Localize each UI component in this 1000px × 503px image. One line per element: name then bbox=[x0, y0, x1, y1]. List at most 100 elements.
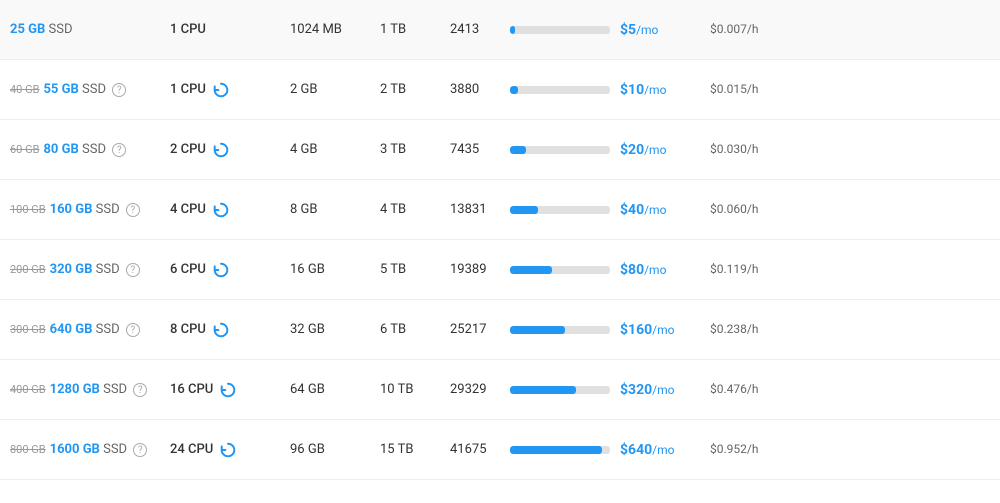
bar-container bbox=[510, 86, 610, 94]
col-speed: 25217 bbox=[450, 322, 510, 337]
col-speed: 3880 bbox=[450, 82, 510, 97]
storage-type: SSD bbox=[96, 262, 120, 277]
col-hourly: $0.952/h bbox=[710, 442, 790, 457]
bar-container bbox=[510, 386, 610, 394]
storage-type: SSD bbox=[103, 382, 127, 397]
table-row[interactable]: 800 GB1600 GB SSD ? 24 CPU 96 GB 15 TB 4… bbox=[0, 420, 1000, 480]
col-ram: 96 GB bbox=[290, 442, 380, 457]
help-icon[interactable]: ? bbox=[133, 383, 147, 397]
col-hourly: $0.007/h bbox=[710, 22, 790, 37]
col-storage: 60 GB80 GB SSD ? bbox=[10, 142, 170, 157]
help-icon[interactable]: ? bbox=[126, 203, 140, 217]
col-storage: 25 GB SSD bbox=[10, 22, 170, 37]
price-hourly: $0.476/h bbox=[710, 382, 758, 396]
col-transfer: 10 TB bbox=[380, 382, 450, 397]
cpu-count: 1 CPU bbox=[170, 82, 206, 97]
bar-fill bbox=[510, 26, 515, 34]
cpu-count: 6 CPU bbox=[170, 262, 206, 277]
bar-fill bbox=[510, 266, 552, 274]
table-row[interactable]: 40 GB55 GB SSD ? 1 CPU 2 GB 2 TB 3880 $1… bbox=[0, 60, 1000, 120]
speed-icon bbox=[212, 141, 230, 159]
col-speed: 7435 bbox=[450, 142, 510, 157]
col-cpu: 6 CPU bbox=[170, 261, 290, 279]
storage-old: 40 GB bbox=[10, 83, 39, 96]
storage-old: 300 GB bbox=[10, 323, 46, 336]
bar-fill bbox=[510, 206, 538, 214]
speed-icon bbox=[212, 201, 230, 219]
storage-new: 55 GB bbox=[43, 82, 78, 97]
cpu-count: 4 CPU bbox=[170, 202, 206, 217]
col-ram: 16 GB bbox=[290, 262, 380, 277]
col-price: $160/mo bbox=[620, 322, 710, 338]
table-row[interactable]: 400 GB1280 GB SSD ? 16 CPU 64 GB 10 TB 2… bbox=[0, 360, 1000, 420]
price-monthly: $40/mo bbox=[620, 202, 666, 218]
col-hourly: $0.476/h bbox=[710, 382, 790, 397]
storage-type: SSD bbox=[96, 322, 120, 337]
help-icon[interactable]: ? bbox=[126, 323, 140, 337]
cpu-count: 8 CPU bbox=[170, 322, 206, 337]
price-hourly: $0.952/h bbox=[710, 442, 758, 456]
help-icon[interactable]: ? bbox=[133, 443, 147, 457]
storage-old: 100 GB bbox=[10, 203, 46, 216]
storage-old: 400 GB bbox=[10, 383, 46, 396]
table-row[interactable]: 200 GB320 GB SSD ? 6 CPU 16 GB 5 TB 1938… bbox=[0, 240, 1000, 300]
price-monthly: $20/mo bbox=[620, 142, 666, 158]
storage-new: 1280 GB bbox=[50, 382, 100, 397]
storage-new: 320 GB bbox=[50, 262, 93, 277]
table-row[interactable]: 100 GB160 GB SSD ? 4 CPU 8 GB 4 TB 13831… bbox=[0, 180, 1000, 240]
col-storage: 400 GB 1280 GB SSD ? bbox=[10, 382, 170, 397]
storage-type: SSD bbox=[103, 442, 127, 457]
speed-icon bbox=[219, 381, 237, 399]
bar-fill bbox=[510, 446, 602, 454]
price-hourly: $0.119/h bbox=[710, 262, 758, 276]
col-price: $320/mo bbox=[620, 382, 710, 398]
col-price: $10/mo bbox=[620, 82, 710, 98]
price-monthly: $80/mo bbox=[620, 262, 666, 278]
storage-new: 640 GB bbox=[50, 322, 93, 337]
col-transfer: 3 TB bbox=[380, 142, 450, 157]
col-cpu: 1 CPU bbox=[170, 81, 290, 99]
col-cpu: 24 CPU bbox=[170, 441, 290, 459]
col-storage: 100 GB160 GB SSD ? bbox=[10, 202, 170, 217]
help-icon[interactable]: ? bbox=[126, 263, 140, 277]
bar-container bbox=[510, 26, 610, 34]
col-speed: 13831 bbox=[450, 202, 510, 217]
price-monthly: $640/mo bbox=[620, 442, 674, 458]
col-transfer: 2 TB bbox=[380, 82, 450, 97]
storage-type: SSD bbox=[96, 202, 120, 217]
col-ram: 2 GB bbox=[290, 82, 380, 97]
col-bar bbox=[510, 206, 620, 214]
col-bar bbox=[510, 266, 620, 274]
storage-type: SSD bbox=[49, 22, 73, 37]
col-hourly: $0.238/h bbox=[710, 322, 790, 337]
cpu-count: 24 CPU bbox=[170, 442, 213, 457]
col-storage: 800 GB1600 GB SSD ? bbox=[10, 442, 170, 457]
storage-type: SSD bbox=[82, 142, 106, 157]
price-hourly: $0.015/h bbox=[710, 82, 758, 96]
speed-icon bbox=[219, 441, 237, 459]
col-cpu: 16 CPU bbox=[170, 381, 290, 399]
col-speed: 19389 bbox=[450, 262, 510, 277]
price-monthly: $10/mo bbox=[620, 82, 666, 98]
col-storage: 40 GB55 GB SSD ? bbox=[10, 82, 170, 97]
help-icon[interactable]: ? bbox=[112, 83, 126, 97]
col-bar bbox=[510, 146, 620, 154]
col-transfer: 1 TB bbox=[380, 22, 450, 37]
col-ram: 32 GB bbox=[290, 322, 380, 337]
speed-icon bbox=[212, 261, 230, 279]
col-price: $5/mo bbox=[620, 22, 710, 38]
bar-container bbox=[510, 326, 610, 334]
speed-icon bbox=[212, 81, 230, 99]
table-row[interactable]: 25 GB SSD 1 CPU 1024 MB 1 TB 2413 $5/mo … bbox=[0, 0, 1000, 60]
bar-fill bbox=[510, 386, 576, 394]
col-hourly: $0.119/h bbox=[710, 262, 790, 277]
col-price: $20/mo bbox=[620, 142, 710, 158]
price-hourly: $0.238/h bbox=[710, 322, 758, 336]
help-icon[interactable]: ? bbox=[112, 143, 126, 157]
pricing-table: 25 GB SSD 1 CPU 1024 MB 1 TB 2413 $5/mo … bbox=[0, 0, 1000, 480]
col-storage: 200 GB320 GB SSD ? bbox=[10, 262, 170, 277]
price-hourly: $0.030/h bbox=[710, 142, 758, 156]
table-row[interactable]: 300 GB640 GB SSD ? 8 CPU 32 GB 6 TB 2521… bbox=[0, 300, 1000, 360]
table-row[interactable]: 60 GB80 GB SSD ? 2 CPU 4 GB 3 TB 7435 $2… bbox=[0, 120, 1000, 180]
bar-fill bbox=[510, 146, 526, 154]
